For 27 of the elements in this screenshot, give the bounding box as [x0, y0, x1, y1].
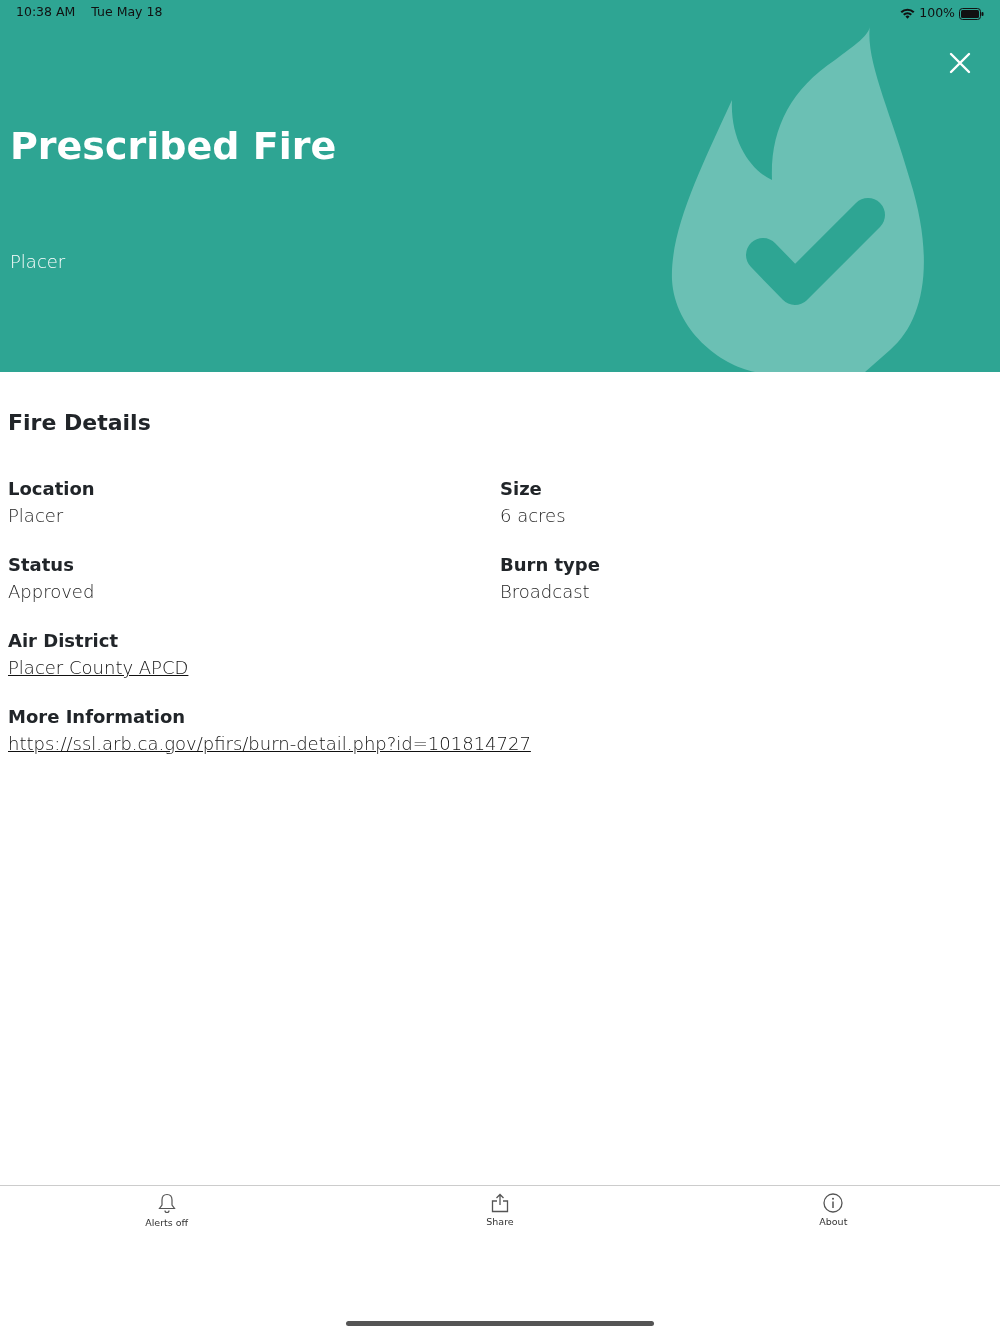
field-value: 6 acres [500, 504, 566, 528]
status-date: Tue May 18 [91, 3, 163, 21]
field-link[interactable]: https://ssl.arb.ca.gov/pfirs/burn-detail.php?id=101814727 [8, 730, 531, 757]
section-title: Fire Details [8, 409, 151, 437]
bell-icon [157, 1193, 176, 1214]
field-label: Burn type [500, 553, 600, 577]
field-label: More Information [8, 705, 186, 729]
close-button[interactable] [948, 50, 972, 74]
battery-icon [959, 7, 984, 20]
battery-percent: 100% [919, 4, 955, 23]
field-value: Approved [8, 580, 95, 604]
wifi-icon [900, 8, 916, 19]
page-title: Prescribed Fire [10, 124, 338, 170]
field-label: Status [8, 553, 74, 577]
field-link[interactable]: Placer County APCD [8, 654, 189, 681]
field-label: Air District [8, 629, 118, 653]
field-label: Location [8, 477, 95, 501]
info-icon [823, 1193, 844, 1213]
field-value: Placer [8, 504, 64, 528]
tab-bar-button[interactable]: About [666, 1186, 1000, 1231]
field-value: Broadcast [500, 580, 590, 604]
status-time: 10:38 AM [16, 3, 76, 21]
field-label: Size [500, 477, 542, 501]
share-icon [491, 1193, 509, 1213]
page-subtitle: Placer [10, 249, 66, 274]
tab-bar-button[interactable]: Alerts off [0, 1186, 334, 1231]
tab-bar-button[interactable]: Share [333, 1186, 667, 1231]
